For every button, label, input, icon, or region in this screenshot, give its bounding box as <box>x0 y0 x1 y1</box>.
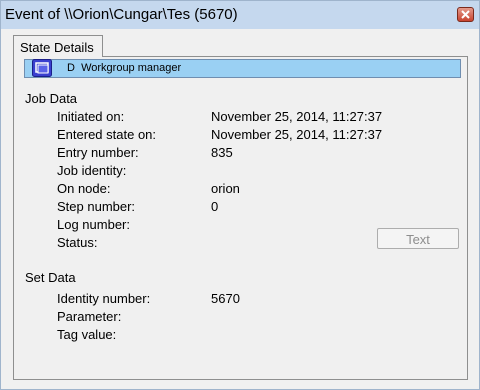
dialog-client: State Details D Workgroup manager Job Da… <box>8 29 472 382</box>
job-data-heading: Job Data <box>25 91 78 106</box>
field-label: Entered state on: <box>57 127 157 142</box>
field-label: Initiated on: <box>57 109 125 124</box>
set-data-heading: Set Data <box>25 270 76 285</box>
field-label: Step number: <box>57 199 136 214</box>
field-label: Parameter: <box>57 309 122 324</box>
header-name: Workgroup manager <box>81 62 182 74</box>
field-value: 0 <box>211 199 219 214</box>
tab-label: State Details <box>20 40 94 55</box>
close-button[interactable] <box>457 7 474 22</box>
text-button[interactable]: Text <box>377 228 459 249</box>
field-label: Job identity: <box>57 163 127 178</box>
header-letter: D <box>67 62 75 74</box>
state-details-panel: D Workgroup manager Job Data Initiated o… <box>13 56 468 380</box>
field-value: 835 <box>211 145 233 160</box>
tab-state-details[interactable]: State Details <box>13 35 103 57</box>
field-label: Tag value: <box>57 327 117 342</box>
title-bar[interactable]: Event of \\Orion\Cungar\Tes (5670) <box>1 1 479 29</box>
text-button-label: Text <box>406 232 430 247</box>
field-label: Status: <box>57 235 98 250</box>
close-icon <box>461 10 470 19</box>
window-icon <box>32 59 52 77</box>
field-label: Identity number: <box>57 291 151 306</box>
dialog-window: Event of \\Orion\Cungar\Tes (5670) State… <box>0 0 480 390</box>
window-title: Event of \\Orion\Cungar\Tes (5670) <box>5 6 238 23</box>
field-label: Log number: <box>57 217 130 232</box>
header-label: D Workgroup manager <box>67 62 181 74</box>
field-label: Entry number: <box>57 145 139 160</box>
workgroup-header-bar: D Workgroup manager <box>24 59 461 78</box>
field-value: November 25, 2014, 11:27:37 <box>211 109 383 124</box>
field-label: On node: <box>57 181 111 196</box>
field-value: 5670 <box>211 291 240 306</box>
field-value: November 25, 2014, 11:27:37 <box>211 127 383 142</box>
field-value: orion <box>211 181 240 196</box>
